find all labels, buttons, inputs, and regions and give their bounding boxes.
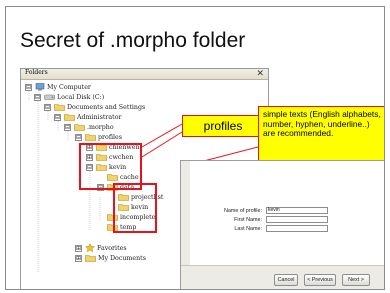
next-button[interactable]: Next > [342,274,370,286]
first-name-input[interactable] [266,216,328,223]
previous-button[interactable]: < Previous [304,274,336,286]
field-label: First Name: [234,216,262,223]
slide: Secret of .morpho folder Folders ✕ ⊟ My … [5,6,385,290]
field-label: Name of profile: [223,207,262,214]
last-name-input[interactable] [266,225,328,232]
profile-name-input[interactable]: kevin [266,207,328,214]
callout-profiles: profiles [182,115,264,137]
field-label: Last Name: [234,225,262,232]
dialog-footer: Cancel < Previous Next > [181,265,384,289]
cancel-button[interactable]: Cancel [274,274,298,286]
profile-dialog: Name of profile: kevin First Name: Last … [180,160,384,289]
callout-note: simple texts (English alphabets, number,… [258,106,384,161]
